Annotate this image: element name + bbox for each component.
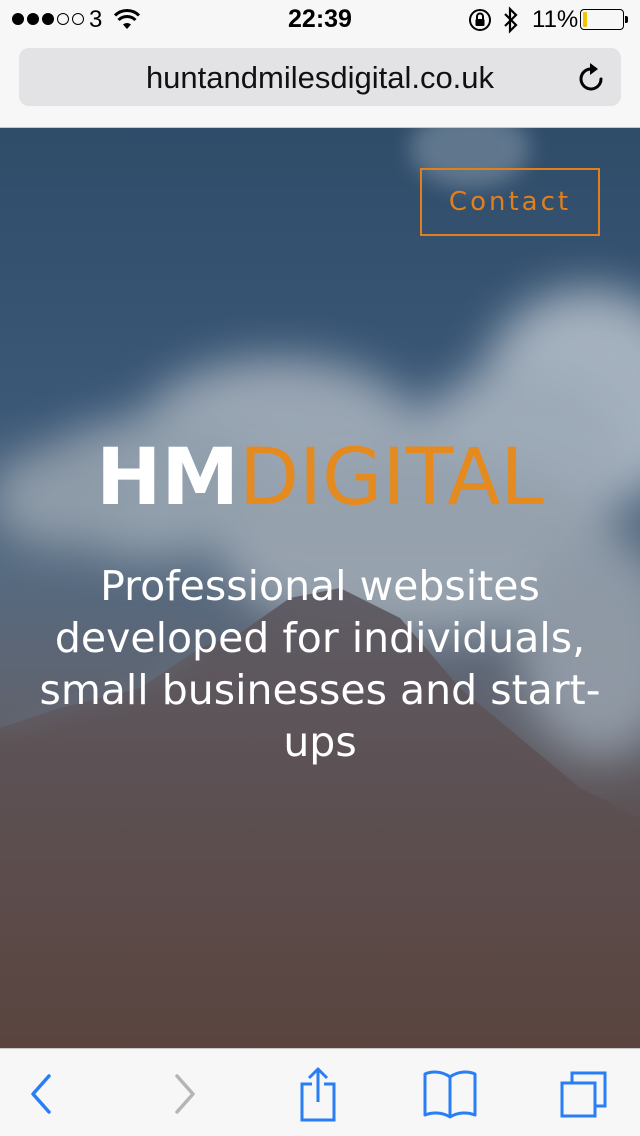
signal-strength-icon — [12, 13, 84, 25]
address-bar[interactable]: huntandmilesdigital.co.uk — [19, 48, 621, 106]
carrier-name: 3 — [89, 6, 103, 33]
logo-digital: DIGITAL — [238, 433, 544, 523]
share-icon — [300, 1067, 336, 1122]
signal-dot — [27, 13, 39, 25]
battery-level-fill — [583, 12, 587, 27]
wifi-icon — [114, 9, 140, 29]
signal-dot — [72, 13, 84, 25]
browser-toolbar — [0, 1048, 640, 1136]
signal-dot — [12, 13, 24, 25]
browser-address-area: huntandmilesdigital.co.uk — [0, 40, 640, 128]
signal-dot — [42, 13, 54, 25]
bluetooth-icon — [504, 6, 518, 34]
status-bar: 3 22:39 11% — [0, 0, 640, 40]
site-logo: HMDIGITAL — [0, 433, 640, 523]
hero-tagline: Professional websites developed for indi… — [39, 562, 601, 766]
share-button[interactable] — [288, 1067, 348, 1122]
tabs-icon — [560, 1071, 607, 1118]
signal-dot — [57, 13, 69, 25]
battery-icon — [580, 9, 628, 30]
tabs-button[interactable] — [554, 1069, 614, 1119]
back-button[interactable] — [12, 1069, 72, 1119]
forward-button[interactable] — [154, 1069, 214, 1119]
logo-hm: HM — [96, 433, 239, 523]
battery-percentage: 11% — [532, 6, 579, 33]
bookmarks-icon — [423, 1070, 477, 1119]
contact-button[interactable]: Contact — [420, 168, 600, 236]
orientation-lock-icon — [469, 9, 491, 31]
forward-icon — [175, 1074, 195, 1114]
hero-section: Contact HMDIGITAL Professional websites … — [0, 128, 640, 1048]
address-url[interactable]: huntandmilesdigital.co.uk — [19, 60, 621, 96]
back-icon — [31, 1074, 51, 1114]
bookmarks-button[interactable] — [420, 1069, 480, 1119]
reload-icon[interactable] — [577, 62, 607, 94]
